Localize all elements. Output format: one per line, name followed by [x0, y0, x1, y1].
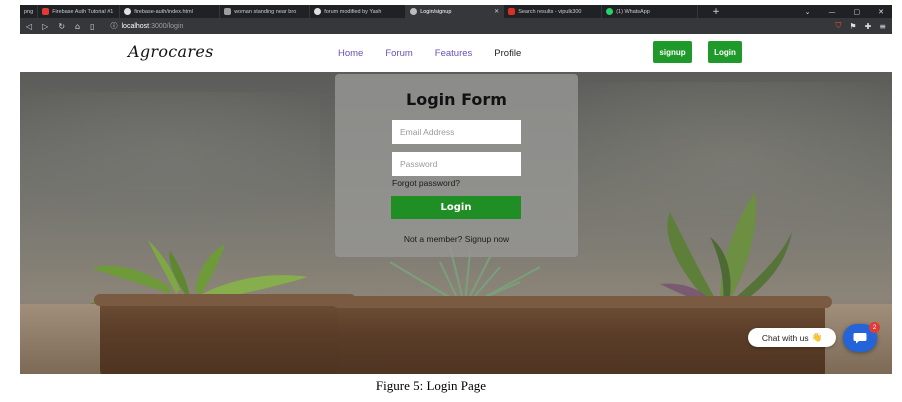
- url-path: :3000/login: [149, 22, 184, 30]
- minimize-icon[interactable]: —: [829, 8, 836, 16]
- browser-tab-strip: png Firebase Auth Tutorial #1 firebase-a…: [20, 5, 892, 18]
- browser-tab[interactable]: Search results - vipulk300: [504, 5, 603, 18]
- url-host: localhost: [121, 22, 150, 30]
- close-window-icon[interactable]: ✕: [878, 8, 884, 16]
- browser-tab-active[interactable]: Login/signup ✕: [406, 5, 505, 18]
- browser-tab[interactable]: woman standing near bro: [220, 5, 311, 18]
- browser-tab[interactable]: forum modified by Yash: [310, 5, 407, 18]
- login-form-card: Login Form Forgot password? Login Not a …: [335, 74, 578, 257]
- youtube-icon: [42, 8, 50, 15]
- address-bar[interactable]: ⓘ localhost:3000/login: [111, 21, 184, 31]
- image-icon: [224, 8, 232, 15]
- forgot-password-link[interactable]: Forgot password?: [392, 178, 460, 188]
- left-pot: [100, 297, 350, 374]
- tab-label: (1) WhatsApp: [616, 8, 650, 15]
- figure-caption: Figure 5: Login Page: [375, 378, 487, 393]
- login-form-title: Login Form: [406, 90, 507, 109]
- tab-label: forum modified by Yash: [324, 8, 382, 15]
- browser-tab[interactable]: (1) WhatsApp: [602, 5, 699, 18]
- signup-prompt-link[interactable]: Not a member? Signup now: [335, 234, 578, 244]
- extensions-area: ⛉ ⚑ ✚ ≡: [835, 21, 886, 31]
- nav-home[interactable]: Home: [338, 48, 363, 59]
- browser-tab[interactable]: Firebase Auth Tutorial #1: [38, 5, 121, 18]
- middle-pot: [338, 300, 588, 374]
- browser-tab[interactable]: firebase-auth/index.html: [120, 5, 221, 18]
- maximize-icon[interactable]: ▢: [854, 8, 861, 16]
- back-icon[interactable]: ◁: [26, 22, 32, 31]
- globe-icon: [410, 8, 418, 15]
- reload-icon[interactable]: ↻: [58, 22, 65, 31]
- nav-login-button[interactable]: Login: [708, 41, 742, 63]
- whatsapp-icon: [606, 8, 614, 15]
- github-icon: [124, 8, 132, 15]
- chat-bubble-icon: [853, 333, 867, 344]
- password-field[interactable]: [392, 152, 521, 176]
- chat-notification-badge: 2: [869, 322, 880, 333]
- email-field[interactable]: [392, 120, 521, 144]
- tab-label: Firebase Auth Tutorial #1: [52, 8, 114, 15]
- tab-prefix-label: png: [24, 8, 34, 15]
- middle-pot-rim: [332, 296, 594, 308]
- brave-shield-icon[interactable]: ⛉: [835, 21, 841, 31]
- menu-icon[interactable]: ≡: [879, 22, 886, 31]
- nav-links: Home Forum Features Profile: [338, 48, 521, 59]
- left-pot-rim: [94, 294, 356, 306]
- chat-with-us-pill[interactable]: Chat with us 👋: [748, 328, 836, 347]
- chat-label: Chat with us: [761, 332, 809, 343]
- right-plant: [660, 192, 792, 308]
- new-tab-button[interactable]: +: [712, 7, 720, 17]
- bookmark-icon[interactable]: ▯: [90, 22, 94, 31]
- signup-button[interactable]: signup: [653, 41, 692, 63]
- brand-logo[interactable]: Agrocares: [128, 42, 214, 61]
- nav-profile[interactable]: Profile: [494, 48, 521, 59]
- close-tab-icon[interactable]: ✕: [494, 8, 499, 15]
- right-pot-rim: [580, 296, 832, 308]
- site-navbar: Agrocares Home Forum Features Profile si…: [20, 34, 892, 72]
- github-icon: [314, 8, 322, 15]
- tab-search-icon[interactable]: ⌄: [805, 8, 811, 16]
- extension-icon[interactable]: ⚑: [849, 22, 856, 31]
- gmail-icon: [508, 8, 516, 15]
- puzzle-icon[interactable]: ✚: [865, 22, 872, 31]
- login-submit-button[interactable]: Login: [391, 196, 521, 219]
- window-controls: ⌄ — ▢ ✕: [805, 8, 892, 16]
- site-info-icon[interactable]: ⓘ: [111, 21, 118, 31]
- nav-forum[interactable]: Forum: [385, 48, 412, 59]
- forward-icon[interactable]: ▷: [42, 22, 48, 31]
- tab-prefix[interactable]: png: [20, 5, 39, 18]
- wave-emoji-icon: 👋: [811, 332, 823, 342]
- nav-features[interactable]: Features: [435, 48, 473, 59]
- tab-label: firebase-auth/index.html: [134, 8, 193, 15]
- tab-label: Login/signup: [420, 8, 452, 15]
- tab-label: woman standing near bro: [234, 8, 297, 15]
- tab-label: Search results - vipulk300: [518, 8, 582, 15]
- home-icon[interactable]: ⌂: [75, 22, 80, 31]
- browser-toolbar: ◁ ▷ ↻ ⌂ ▯ ⓘ localhost:3000/login ⛉ ⚑ ✚ ≡: [20, 18, 892, 34]
